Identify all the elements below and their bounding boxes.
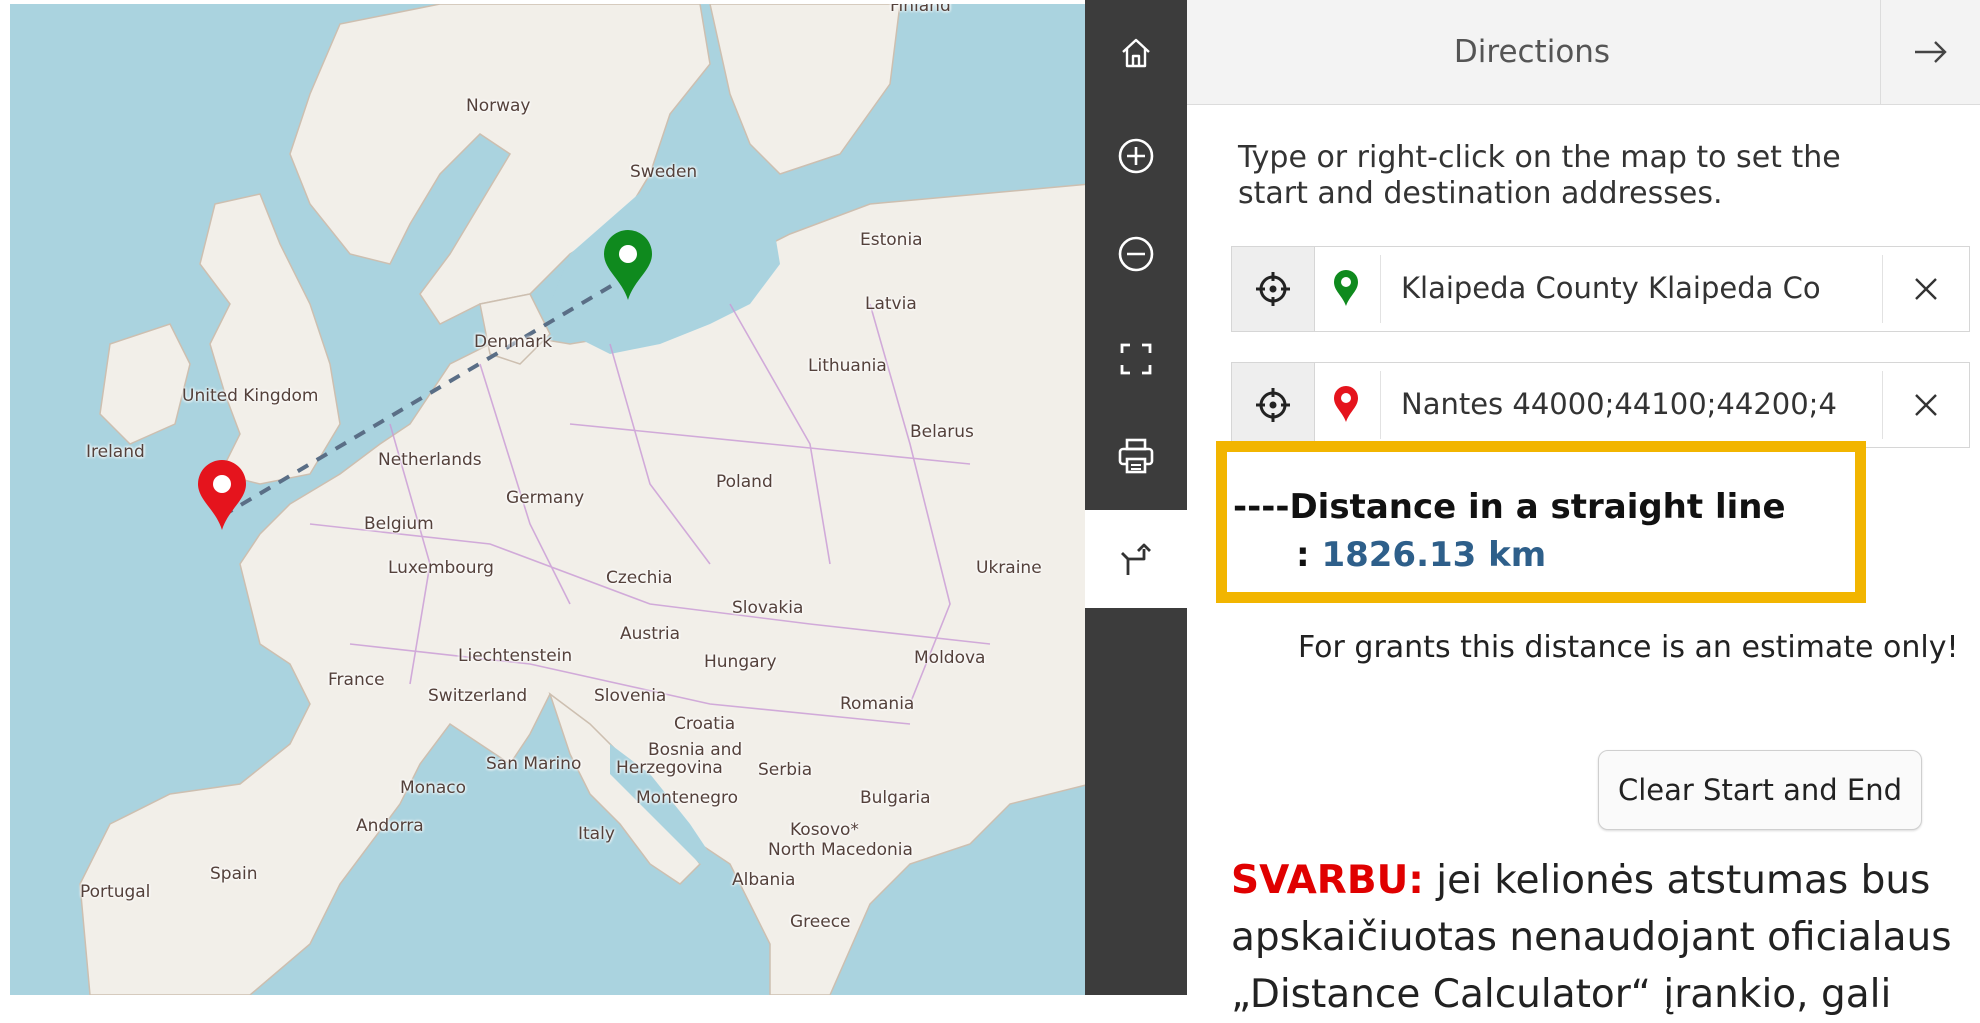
distance-label: ----Distance in a straight line xyxy=(1233,487,1786,527)
distance-colon: : xyxy=(1296,535,1322,575)
map-label-hungary: Hungary xyxy=(704,652,777,672)
map-label-poland: Poland xyxy=(716,472,773,492)
directions-icon xyxy=(1121,543,1151,575)
map-label-belgium: Belgium xyxy=(364,514,434,534)
start-map-marker[interactable] xyxy=(602,230,654,302)
end-locate-button[interactable] xyxy=(1232,363,1315,447)
fullscreen-icon xyxy=(1120,343,1152,375)
map-label-denmark: Denmark xyxy=(474,332,553,352)
end-address-row: Nantes 44000;44100;44200;4 xyxy=(1231,362,1970,448)
map-label-albania: Albania xyxy=(732,870,796,890)
red-pin-icon xyxy=(1334,386,1358,422)
distance-value: 1826.13 km xyxy=(1321,535,1547,575)
important-label: SVARBU: xyxy=(1231,858,1424,903)
directions-button[interactable] xyxy=(1085,510,1187,608)
map-label-lithuania: Lithuania xyxy=(808,356,887,376)
start-address-row: Klaipeda County Klaipeda Co xyxy=(1231,246,1970,332)
zoom-in-icon xyxy=(1118,138,1154,174)
start-locate-button[interactable] xyxy=(1232,247,1315,331)
important-notice: SVARBU: jei kelionės atstumas bus apskai… xyxy=(1231,852,1980,1023)
zoom-in-button[interactable] xyxy=(1085,113,1187,199)
map-label-ireland: Ireland xyxy=(86,442,145,462)
map-label-luxembourg: Luxembourg xyxy=(388,558,494,578)
map-label-slovenia: Slovenia xyxy=(594,686,667,706)
map-label-monaco: Monaco xyxy=(400,778,467,798)
map-label-montenegro: Montenegro xyxy=(636,788,739,808)
green-pin-icon xyxy=(1334,270,1358,306)
directions-instructions: Type or right-click on the map to set th… xyxy=(1238,140,1841,211)
map-label-bosnia-2: Herzegovina xyxy=(616,758,723,778)
start-address-input[interactable]: Klaipeda County Klaipeda Co xyxy=(1401,271,1869,305)
map-label-croatia: Croatia xyxy=(674,714,736,734)
field-divider xyxy=(1380,371,1381,439)
map-label-austria: Austria xyxy=(620,624,681,644)
close-icon xyxy=(1915,278,1937,300)
map-label-italy: Italy xyxy=(578,824,615,844)
end-address-input[interactable]: Nantes 44000;44100;44200;4 xyxy=(1401,387,1869,421)
map-label-netherlands: Netherlands xyxy=(378,450,482,470)
zoom-out-icon xyxy=(1118,236,1154,272)
estimate-note: For grants this distance is an estimate … xyxy=(1298,630,1959,665)
print-icon xyxy=(1118,438,1154,474)
clear-start-end-button[interactable]: Clear Start and End xyxy=(1598,750,1922,830)
panel-title: Directions xyxy=(1453,34,1611,70)
crosshair-icon xyxy=(1256,388,1290,422)
crosshair-icon xyxy=(1256,272,1290,306)
collapse-panel-button[interactable] xyxy=(1881,0,1980,104)
map-label-kosovo: Kosovo* xyxy=(790,820,859,840)
map-label-norway: Norway xyxy=(466,96,531,116)
panel-header: Directions xyxy=(1187,0,1980,105)
map-label-liechtenstein: Liechtenstein xyxy=(458,646,573,666)
home-button[interactable] xyxy=(1085,10,1187,96)
map-label-united-kingdom: United Kingdom xyxy=(182,386,319,406)
map-toolbar xyxy=(1085,0,1187,995)
clear-end-button[interactable] xyxy=(1883,363,1969,447)
home-icon xyxy=(1122,38,1150,68)
print-button[interactable] xyxy=(1085,413,1187,499)
close-icon xyxy=(1915,394,1937,416)
map-label-germany: Germany xyxy=(506,488,585,508)
map-label-czechia: Czechia xyxy=(606,568,673,588)
map-label-spain: Spain xyxy=(210,864,258,884)
map-label-sweden: Sweden xyxy=(630,162,698,182)
map-label-slovakia: Slovakia xyxy=(732,598,804,618)
map-label-france: France xyxy=(328,670,385,690)
map-label-san-marino: San Marino xyxy=(486,754,582,774)
map-label-romania: Romania xyxy=(840,694,915,714)
arrow-right-icon xyxy=(1914,41,1947,63)
zoom-out-button[interactable] xyxy=(1085,211,1187,297)
map-label-estonia: Estonia xyxy=(860,230,923,250)
map-label-latvia: Latvia xyxy=(865,294,917,314)
map-label-portugal: Portugal xyxy=(80,882,151,902)
map-label-finland: Finland xyxy=(890,4,951,16)
map-label-andorra: Andorra xyxy=(356,816,424,836)
map-label-switzerland: Switzerland xyxy=(428,686,528,706)
end-map-marker[interactable] xyxy=(196,460,248,532)
map-canvas[interactable]: Finland Norway Sweden Estonia Latvia Lit… xyxy=(10,4,1090,995)
fullscreen-button[interactable] xyxy=(1085,316,1187,402)
field-divider xyxy=(1380,255,1381,323)
map-label-bulgaria: Bulgaria xyxy=(860,788,931,808)
map-label-north-macedonia: North Macedonia xyxy=(768,840,913,860)
map-label-moldova: Moldova xyxy=(914,648,986,668)
distance-result: : 1826.13 km xyxy=(1296,535,1546,575)
map-label-greece: Greece xyxy=(790,912,851,932)
map-label-belarus: Belarus xyxy=(910,422,974,442)
map-label-serbia: Serbia xyxy=(758,760,813,780)
map-label-ukraine: Ukraine xyxy=(976,558,1042,578)
clear-start-button[interactable] xyxy=(1883,247,1969,331)
map-label-bosnia-1: Bosnia and xyxy=(648,740,743,760)
